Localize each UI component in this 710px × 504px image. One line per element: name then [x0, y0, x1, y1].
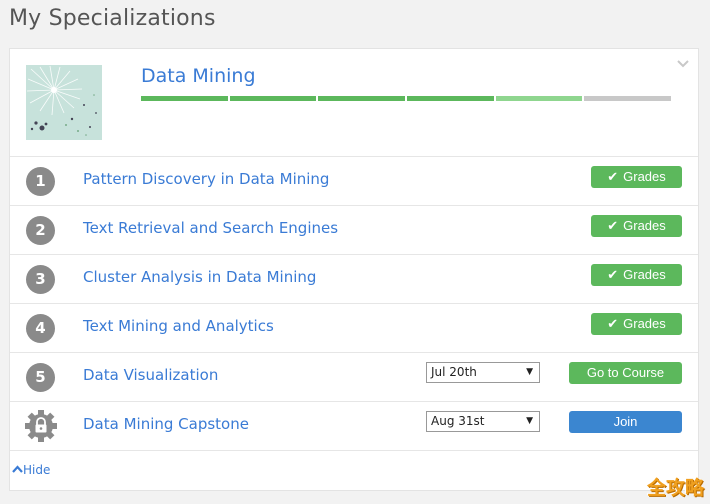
progress-segment [229, 96, 317, 101]
specialization-header: Data Mining [10, 49, 698, 157]
course-row: 2 Text Retrieval and Search Engines ✔ Gra… [10, 206, 698, 255]
specialization-image [26, 65, 102, 140]
dropdown-arrow-icon: ▼ [526, 367, 533, 377]
course-row: 4 Text Mining and Analytics ✔ Grades [10, 304, 698, 353]
chevron-up-icon [12, 465, 23, 473]
session-date-select[interactable]: Aug 31st ▼ [426, 411, 540, 432]
check-icon: ✔ [607, 169, 619, 184]
session-date-select[interactable]: Jul 20th ▼ [426, 362, 540, 383]
progress-segment [407, 96, 494, 101]
course-link[interactable]: Cluster Analysis in Data Mining [83, 268, 316, 286]
course-link[interactable]: Data Mining Capstone [83, 415, 249, 433]
progress-segment [495, 96, 583, 101]
grades-button[interactable]: ✔ Grades [591, 313, 682, 335]
progress-segment [141, 96, 228, 101]
course-number-badge: 3 [26, 265, 55, 294]
specialization-card: Data Mining 1 Pattern Discovery in Data … [9, 48, 699, 491]
join-button[interactable]: Join [569, 411, 682, 433]
course-link[interactable]: Text Retrieval and Search Engines [83, 219, 338, 237]
go-to-course-button[interactable]: Go to Course [569, 362, 682, 384]
page-title: My Specializations [9, 6, 216, 31]
progress-segment [318, 96, 406, 101]
course-link[interactable]: Text Mining and Analytics [83, 317, 274, 335]
grades-button[interactable]: ✔ Grades [591, 264, 682, 286]
course-number-badge: 4 [26, 314, 55, 343]
course-row: 5 Data Visualization Jul 20th ▼ Go to Co… [10, 353, 698, 402]
check-icon: ✔ [607, 218, 619, 233]
course-number-badge: 1 [26, 167, 55, 196]
grades-button[interactable]: ✔ Grades [591, 215, 682, 237]
specialization-progress-bar [141, 96, 672, 101]
progress-segment [584, 96, 672, 101]
course-link[interactable]: Pattern Discovery in Data Mining [83, 170, 329, 188]
course-row: 3 Cluster Analysis in Data Mining ✔ Grade… [10, 255, 698, 304]
course-row: Data Mining Capstone Aug 31st ▼ Join [10, 402, 698, 451]
grades-button[interactable]: ✔ Grades [591, 166, 682, 188]
check-icon: ✔ [607, 316, 619, 331]
lock-icon [25, 410, 57, 442]
course-number-badge: 5 [26, 363, 55, 392]
course-row: 1 Pattern Discovery in Data Mining ✔ Grad… [10, 157, 698, 206]
check-icon: ✔ [607, 267, 619, 282]
hide-link[interactable]: Hide [12, 463, 50, 477]
course-number-badge: 2 [26, 216, 55, 245]
dropdown-arrow-icon: ▼ [526, 416, 533, 426]
course-link[interactable]: Data Visualization [83, 366, 218, 384]
watermark-logo: 全攻略 [646, 477, 704, 499]
specialization-title-link[interactable]: Data Mining [141, 65, 256, 87]
